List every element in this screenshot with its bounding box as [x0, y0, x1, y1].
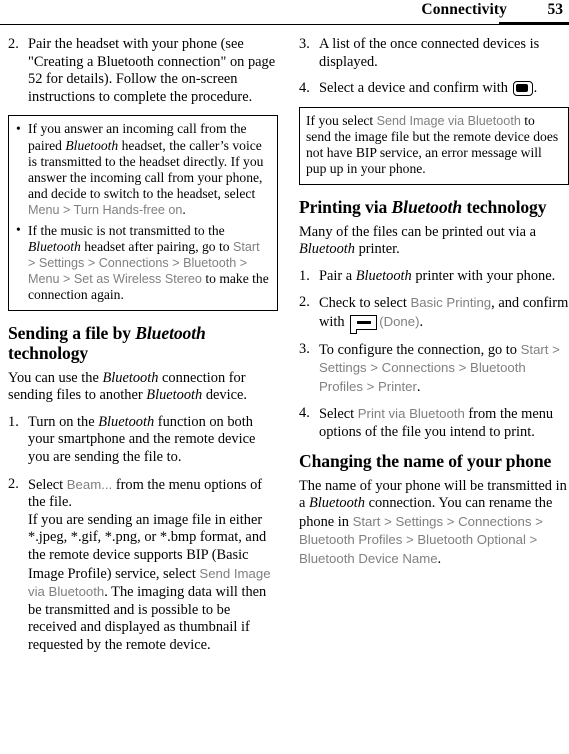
list-item-text: Select a device and confirm with	[319, 80, 512, 97]
bullet-marker: •	[16, 120, 21, 136]
heading-text: technology	[462, 196, 547, 217]
bluetooth-term: Bluetooth	[299, 241, 355, 258]
list-item-text: Select	[319, 406, 358, 423]
bluetooth-term: Bluetooth	[146, 387, 203, 404]
ok-key-icon	[512, 81, 533, 97]
note-box: • If you answer an incoming call from the…	[8, 115, 278, 311]
section-heading-changing-name: Changing the name of your phone	[299, 450, 552, 471]
bluetooth-term: Bluetooth	[98, 413, 155, 430]
list-item-text: Turn on the	[28, 413, 99, 430]
list-item: 3. A list of the once connected devices i…	[299, 36, 569, 71]
list-item-text: .	[416, 378, 421, 395]
note-text: If the music is not transmitted to the	[28, 222, 225, 238]
list-item-text: Select	[28, 476, 67, 493]
heading-text: technology	[8, 342, 89, 363]
list-item-text: Pair the headset with your phone (see "C…	[28, 36, 276, 105]
ui-command-reference: Beam...	[66, 476, 113, 492]
body-text: .	[437, 550, 442, 567]
section-heading-sending-file: Sending a file by Bluetooth technology	[8, 323, 278, 363]
list-item-text: .	[419, 313, 424, 330]
list-item-number: 2.	[8, 36, 19, 52]
bluetooth-term: Bluetooth	[391, 196, 463, 217]
softkey-icon	[349, 314, 378, 334]
right-column: 3. A list of the once connected devices i…	[299, 36, 569, 578]
note-paragraph: If you select Send Image via Bluetooth t…	[306, 113, 561, 178]
list-item: 2. Check to select Basic Printing, and co…	[299, 294, 569, 334]
list-item-text: Check to select	[319, 295, 411, 312]
list-item-subparagraph: If you are sending an image file in eith…	[28, 512, 278, 655]
body-text: device.	[202, 387, 247, 404]
note-text: .	[182, 202, 186, 218]
ui-command-reference: Basic Printing	[410, 295, 492, 311]
list-item-number: 3.	[299, 340, 310, 357]
list-item-number: 1.	[8, 413, 19, 430]
body-text: printer.	[354, 241, 400, 258]
intro-paragraph: You can use the Bluetooth connection for…	[8, 370, 278, 405]
note-box: If you select Send Image via Bluetooth t…	[299, 106, 569, 185]
list-item-number: 2.	[299, 294, 310, 311]
outro-paragraph: The name of your phone will be transmitt…	[299, 478, 569, 569]
header-rule	[0, 24, 569, 26]
list-item: 4. Select Print via Bluetooth from the me…	[299, 405, 569, 441]
bullet-marker: •	[16, 222, 21, 238]
bluetooth-term: Bluetooth	[309, 495, 365, 512]
body-text: Many of the files can be printed out via…	[299, 223, 536, 240]
list-item: 1. Turn on the Bluetooth function on both…	[8, 414, 278, 467]
bluetooth-term: Bluetooth	[102, 369, 159, 386]
list-item-text: .	[533, 80, 538, 97]
list-item: 3. To configure the connection, go to Sta…	[299, 341, 569, 397]
body-text: You can use the	[8, 369, 103, 386]
list-item: 1. Pair a Bluetooth printer with your pho…	[299, 268, 569, 286]
list-item-text: To configure the connection, go to	[319, 341, 521, 358]
list-item: 2. Pair the headset with your phone (see …	[8, 36, 278, 106]
note-text: If you select	[306, 112, 377, 128]
header-rule-accent	[499, 22, 569, 26]
note-text: headset after pairing, go to	[80, 238, 233, 254]
ui-path-reference: Menu > Turn Hands-free on	[28, 203, 183, 218]
ui-command-reference: Print via Bluetooth	[357, 406, 465, 422]
bluetooth-term: Bluetooth	[28, 238, 81, 254]
page-title: Connectivity	[421, 1, 507, 18]
section-heading-printing: Printing via Bluetooth technology	[299, 197, 569, 217]
ui-command-reference: (Done)	[379, 313, 420, 329]
list-item-number: 4.	[299, 80, 310, 97]
list-item: 4. Select a device and confirm with .	[299, 80, 569, 98]
heading-text: Printing via	[299, 196, 392, 217]
left-column: 2. Pair the headset with your phone (see …	[8, 36, 278, 664]
bluetooth-term: Bluetooth	[135, 322, 206, 343]
heading-text: Sending a file by	[8, 322, 136, 343]
ui-command-reference: Send Image via Bluetooth	[376, 113, 521, 128]
list-item-number: 1.	[299, 267, 310, 284]
list-item: • If the music is not transmitted to the …	[15, 222, 270, 304]
list-item-number: 4.	[299, 405, 310, 422]
list-item-text: Pair a	[319, 267, 356, 284]
list-item-text: printer with your phone.	[411, 267, 556, 284]
bluetooth-term: Bluetooth	[65, 137, 119, 153]
bluetooth-term: Bluetooth	[355, 267, 412, 284]
list-item: • If you answer an incoming call from the…	[15, 121, 270, 218]
list-item-number: 3.	[299, 36, 310, 52]
list-item: 2. Select Beam... from the menu options o…	[8, 476, 278, 655]
page-number: 53	[547, 1, 564, 18]
page-header: Connectivity 53	[0, 0, 569, 30]
list-item-number: 2.	[8, 475, 19, 492]
list-item-text: A list of the once connected devices is …	[319, 36, 540, 70]
intro-paragraph: Many of the files can be printed out via…	[299, 224, 569, 259]
